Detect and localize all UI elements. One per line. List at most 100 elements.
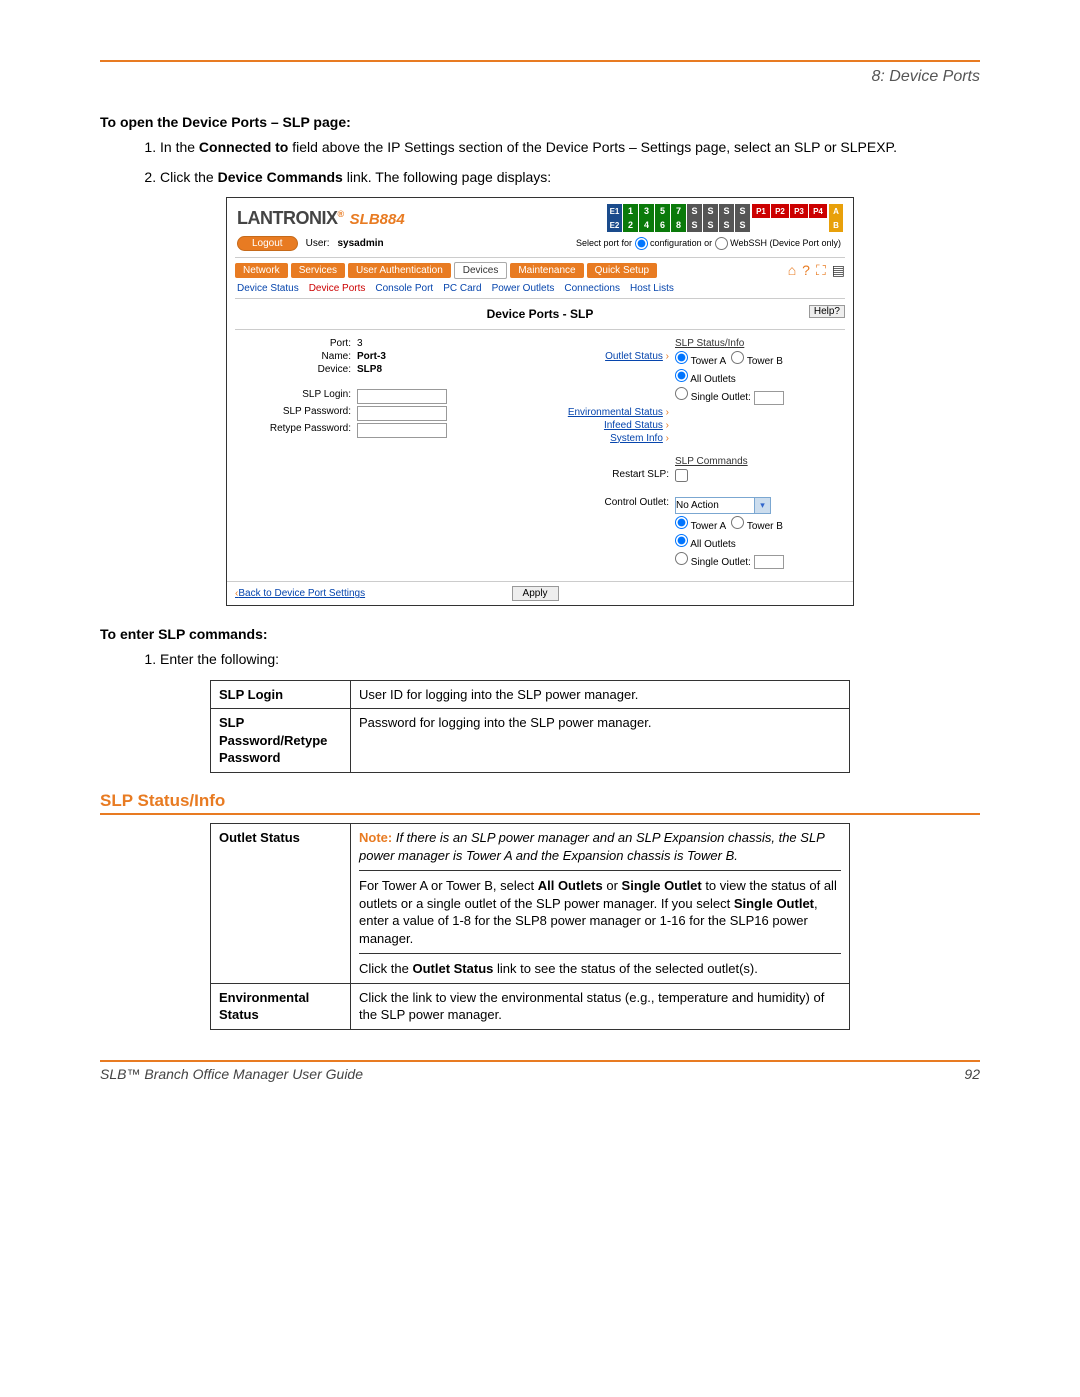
all-outlets-radio[interactable]: [675, 369, 688, 382]
outlet-status-link[interactable]: Outlet Status: [605, 351, 663, 362]
system-info-link[interactable]: System Info: [610, 433, 663, 444]
e1[interactable]: E1: [607, 204, 622, 218]
sub-device-status[interactable]: Device Status: [237, 283, 299, 294]
chev-icon2: ›: [663, 407, 669, 418]
p2f: Single Outlet: [734, 896, 814, 911]
apply-button[interactable]: Apply: [512, 586, 559, 601]
slp-commands-header: SLP Commands: [675, 456, 748, 467]
single-outlet-radio[interactable]: [675, 387, 688, 400]
home-icon[interactable]: ⌂: [788, 262, 796, 279]
dropdown-icon[interactable]: ▾: [755, 497, 771, 514]
logo-text: LANTRONIX®: [237, 208, 344, 229]
sub-console-port[interactable]: Console Port: [375, 283, 433, 294]
portsel-b: WebSSH (Device Port only): [730, 238, 841, 248]
tab-maintenance[interactable]: Maintenance: [510, 263, 583, 278]
s5[interactable]: S: [687, 218, 702, 232]
expand-icon[interactable]: ⛶: [816, 262, 826, 279]
env-status-link[interactable]: Environmental Status: [568, 407, 663, 418]
tower-a-radio[interactable]: [675, 351, 688, 364]
s8[interactable]: S: [735, 218, 750, 232]
t1-r1-desc: User ID for logging into the SLP power m…: [351, 680, 850, 709]
single-outlet-input[interactable]: [754, 391, 784, 405]
slp-retype-label: Retype Password:: [237, 423, 357, 438]
tab-network[interactable]: Network: [235, 263, 288, 278]
help-icon[interactable]: ?: [802, 262, 810, 279]
pp1[interactable]: P1: [752, 204, 770, 218]
device-value: SLP8: [357, 364, 382, 375]
logo-x: X: [326, 208, 338, 228]
sep1: [235, 257, 845, 258]
screenshot-panel: LANTRONIX® SLB884 E1 1 3 5 7 S S S S: [226, 197, 854, 606]
single-outlet-label: Single Outlet:: [691, 392, 751, 403]
enter-step: Enter the following:: [160, 650, 980, 670]
p8[interactable]: 8: [671, 218, 686, 232]
p7[interactable]: 7: [671, 204, 686, 218]
sub-host-lists[interactable]: Host Lists: [630, 283, 674, 294]
list-icon[interactable]: ▤: [832, 262, 845, 279]
name-value: Port-3: [357, 351, 386, 362]
s7[interactable]: S: [719, 218, 734, 232]
user-name: sysadmin: [338, 238, 384, 249]
tab-quick-setup[interactable]: Quick Setup: [587, 263, 657, 278]
t2-r1-cell: Note: If there is an SLP power manager a…: [351, 823, 850, 983]
top-rule: [100, 60, 980, 62]
restart-label: Restart SLP:: [555, 469, 675, 485]
p6[interactable]: 6: [655, 218, 670, 232]
chapter-title: 8: Device Ports: [100, 68, 980, 86]
slp-login-input[interactable]: [357, 389, 447, 404]
pb[interactable]: B: [829, 218, 843, 232]
p3[interactable]: 3: [639, 204, 654, 218]
radio-configuration[interactable]: [635, 237, 648, 250]
pp4[interactable]: P4: [809, 204, 827, 218]
s6[interactable]: S: [703, 218, 718, 232]
e2[interactable]: E2: [607, 218, 622, 232]
t2-r2-desc: Click the link to view the environmental…: [351, 983, 850, 1029]
heading-open-slp: To open the Device Ports – SLP page:: [100, 114, 980, 130]
s4[interactable]: S: [735, 204, 750, 218]
s2[interactable]: S: [703, 204, 718, 218]
steps-open: In the Connected to field above the IP S…: [100, 138, 980, 187]
restart-checkbox[interactable]: [675, 469, 688, 482]
name-label: Name:: [237, 351, 357, 362]
slp-pw-input[interactable]: [357, 406, 447, 421]
c-single-outlet-input[interactable]: [754, 555, 784, 569]
sub-device-ports[interactable]: Device Ports: [309, 283, 366, 294]
p3b: Outlet Status: [412, 961, 493, 976]
control-outlet-select[interactable]: [675, 497, 755, 514]
pp2[interactable]: P2: [771, 204, 789, 218]
note-text: If there is an SLP power manager and an …: [359, 830, 824, 863]
p5[interactable]: 5: [655, 204, 670, 218]
tower-b-label: Tower B: [747, 356, 783, 367]
sub-power-outlets[interactable]: Power Outlets: [492, 283, 555, 294]
pp3[interactable]: P3: [790, 204, 808, 218]
s1[interactable]: S: [687, 204, 702, 218]
help-button[interactable]: Help?: [809, 305, 845, 318]
p2[interactable]: 2: [623, 218, 638, 232]
tab-user-auth[interactable]: User Authentication: [348, 263, 451, 278]
sub-pc-card[interactable]: PC Card: [443, 283, 481, 294]
t1-r2-desc: Password for logging into the SLP power …: [351, 709, 850, 773]
c-tower-b-radio[interactable]: [731, 516, 744, 529]
c-single-outlet-label: Single Outlet:: [691, 557, 751, 568]
tab-devices[interactable]: Devices: [454, 262, 508, 279]
slp-retype-input[interactable]: [357, 423, 447, 438]
s3[interactable]: S: [719, 204, 734, 218]
radio-webssh[interactable]: [715, 237, 728, 250]
p4[interactable]: 4: [639, 218, 654, 232]
c-all-outlets-radio[interactable]: [675, 534, 688, 547]
slp-login-label: SLP Login:: [237, 389, 357, 404]
tower-b-radio[interactable]: [731, 351, 744, 364]
p1[interactable]: 1: [623, 204, 638, 218]
tab-services[interactable]: Services: [291, 263, 345, 278]
c-single-outlet-radio[interactable]: [675, 552, 688, 565]
pa[interactable]: A: [829, 204, 843, 218]
back-link[interactable]: ‹Back to Device Port Settings: [235, 588, 365, 599]
infeed-status-link[interactable]: Infeed Status: [604, 420, 663, 431]
step1-bold: Connected to: [199, 139, 288, 155]
port-grid: E1 1 3 5 7 S S S S E2 2 4 6: [607, 204, 843, 232]
c-tower-a-radio[interactable]: [675, 516, 688, 529]
logout-button[interactable]: Logout: [237, 236, 298, 251]
subtabs: Device Status Device Ports Console Port …: [227, 281, 853, 296]
sub-connections[interactable]: Connections: [564, 283, 620, 294]
p2c: or: [603, 878, 622, 893]
